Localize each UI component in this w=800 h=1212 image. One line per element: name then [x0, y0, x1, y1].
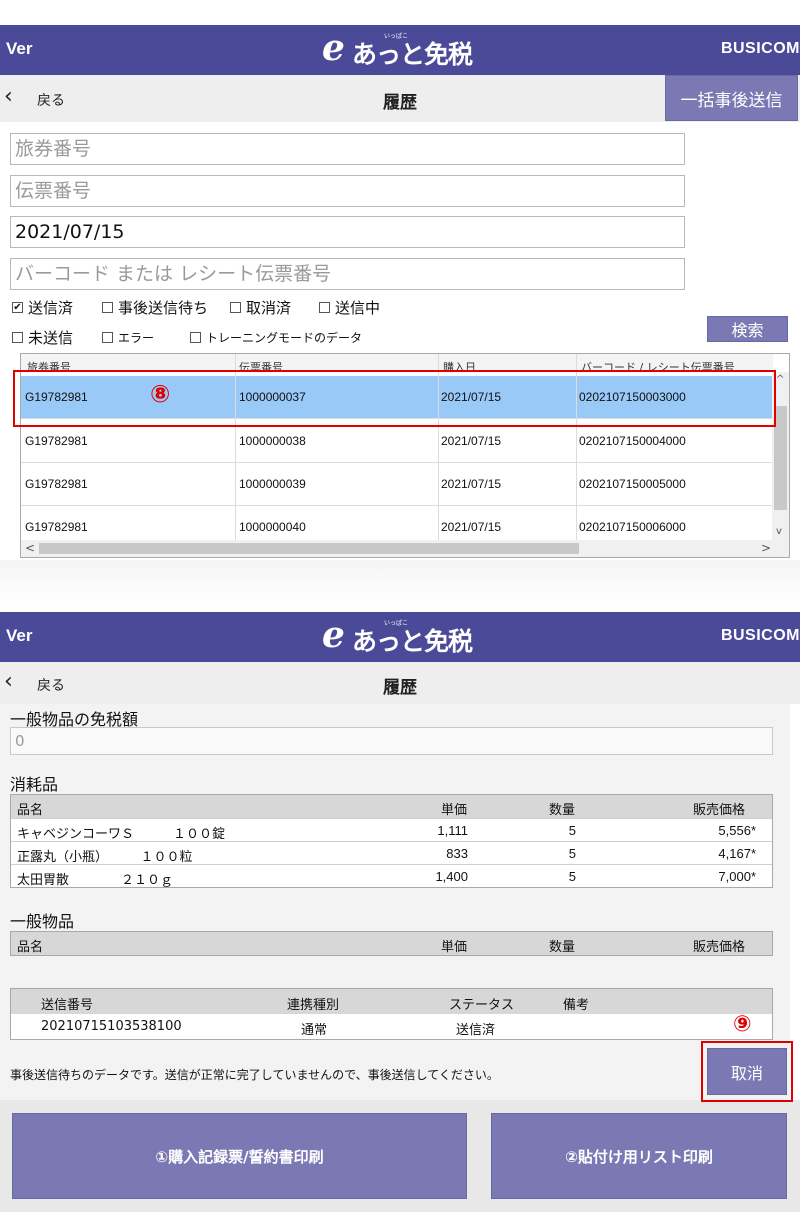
filter-pending[interactable]: 事後送信待ち: [102, 297, 208, 318]
voucher-input[interactable]: 伝票番号: [10, 175, 685, 207]
send-no-value: 20210715103538100: [41, 1019, 182, 1034]
col-send-no: 送信番号: [41, 998, 94, 1013]
table-row[interactable]: 正露丸（小瓶） １００粒 833 5 4,167*: [11, 841, 772, 864]
brand-label: BUSICOM: [720, 40, 800, 57]
filter-sending[interactable]: 送信中: [319, 297, 380, 318]
horizontal-scrollbar[interactable]: < >: [21, 540, 789, 557]
logo-text: あっと免税: [352, 40, 473, 69]
section-divider: [0, 560, 800, 612]
filter-sent[interactable]: ✔ 送信済: [12, 297, 73, 318]
checkbox-icon[interactable]: [102, 302, 113, 313]
send-history-table: 送信番号 連携種別 ステータス 備考 20210715103538100 通常 …: [10, 988, 773, 1040]
col-voucher[interactable]: 伝票番号: [239, 356, 283, 370]
nav-bar: ‹ 戻る 履歴: [0, 662, 800, 704]
filter-cancelled[interactable]: 取消済: [230, 297, 291, 318]
batch-send-button[interactable]: 一括事後送信: [665, 75, 798, 121]
checkbox-icon[interactable]: [230, 302, 241, 313]
checkbox-icon[interactable]: [319, 302, 330, 313]
consumables-label: 消耗品: [10, 775, 59, 794]
app-logo: e いっぱこ あっと免税: [322, 614, 492, 656]
col-passport[interactable]: 旅券番号: [27, 356, 71, 370]
link-type-value: 通常: [301, 1023, 328, 1038]
checkbox-checked-icon[interactable]: ✔: [12, 302, 23, 313]
print-list-button[interactable]: ②貼付け用リスト印刷: [491, 1113, 787, 1199]
checkbox-icon[interactable]: [190, 332, 201, 343]
passport-input[interactable]: 旅券番号: [10, 133, 685, 165]
annotation-highlight-cancel: [701, 1041, 793, 1102]
checkbox-icon[interactable]: [102, 332, 113, 343]
scroll-right-icon[interactable]: >: [761, 541, 771, 555]
version-label: Ver: [6, 39, 33, 58]
app-header: Ver e いっぱこ あっと免税 BUSICOM: [0, 612, 800, 662]
filter-training[interactable]: トレーニングモードのデータ: [190, 329, 362, 346]
table-row[interactable]: キャベジンコーワＳ １００錠 1,111 5 5,556*: [11, 818, 772, 841]
filter-unsent[interactable]: 未送信: [12, 327, 73, 348]
scroll-left-icon[interactable]: <: [25, 541, 35, 555]
table-header: 品名 単価 数量 販売価格: [11, 932, 772, 955]
status-value: 送信済: [456, 1023, 496, 1038]
logo-e: e: [322, 27, 345, 69]
logo-text: あっと免税: [352, 627, 473, 656]
col-status: ステータス: [449, 998, 515, 1013]
app-logo: e いっぱこ あっと免税: [322, 27, 492, 69]
col-barcode[interactable]: バーコード / レシート伝票番号: [581, 356, 735, 370]
annotation-highlight-row: [13, 370, 776, 427]
col-link-type: 連携種別: [287, 998, 340, 1013]
scroll-thumb[interactable]: [39, 543, 579, 554]
table-header: [11, 989, 772, 1014]
scroll-down-icon[interactable]: v: [776, 526, 782, 537]
app-header: Ver e いっぱこ あっと免税 BUSICOM: [0, 25, 800, 75]
col-note: 備考: [563, 998, 590, 1013]
barcode-input[interactable]: バーコード または レシート伝票番号: [10, 258, 685, 290]
logo-e: e: [322, 614, 345, 656]
page-title: 履歴: [383, 678, 417, 698]
filter-error[interactable]: エラー: [102, 329, 154, 346]
general-goods-label: 一般物品: [10, 912, 75, 931]
col-date[interactable]: 購入日: [443, 356, 476, 370]
annotation-step8: ⑧: [150, 380, 171, 408]
print-record-button[interactable]: ①購入記録票/誓約書印刷: [12, 1113, 467, 1199]
search-button[interactable]: 検索: [707, 316, 788, 342]
brand-label: BUSICOM: [720, 627, 800, 644]
detail-panel: [0, 704, 790, 1100]
table-row[interactable]: G19782981 1000000039 2021/07/15 02021071…: [21, 463, 773, 506]
date-input[interactable]: 2021/07/15: [10, 216, 685, 248]
table-row[interactable]: 太田胃散 ２１０ｇ 1,400 5 7,000*: [11, 864, 772, 887]
consumables-table: 品名 単価 数量 販売価格 キャベジンコーワＳ １００錠 1,111 5 5,5…: [10, 794, 773, 888]
version-label: Ver: [6, 626, 33, 645]
checkbox-icon[interactable]: [12, 332, 23, 343]
scroll-up-icon[interactable]: ^: [776, 374, 784, 385]
nav-bar: ‹ 戻る 履歴 一括事後送信: [0, 75, 800, 122]
notice-message: 事後送信待ちのデータです。送信が正常に完了していませんので、事後送信してください…: [10, 1068, 499, 1082]
general-goods-table: 品名 単価 数量 販売価格: [10, 931, 773, 956]
general-tax-free-input[interactable]: 0: [10, 727, 773, 755]
table-header: 品名 単価 数量 販売価格: [11, 795, 772, 818]
annotation-step9: ⑨: [733, 1012, 752, 1037]
